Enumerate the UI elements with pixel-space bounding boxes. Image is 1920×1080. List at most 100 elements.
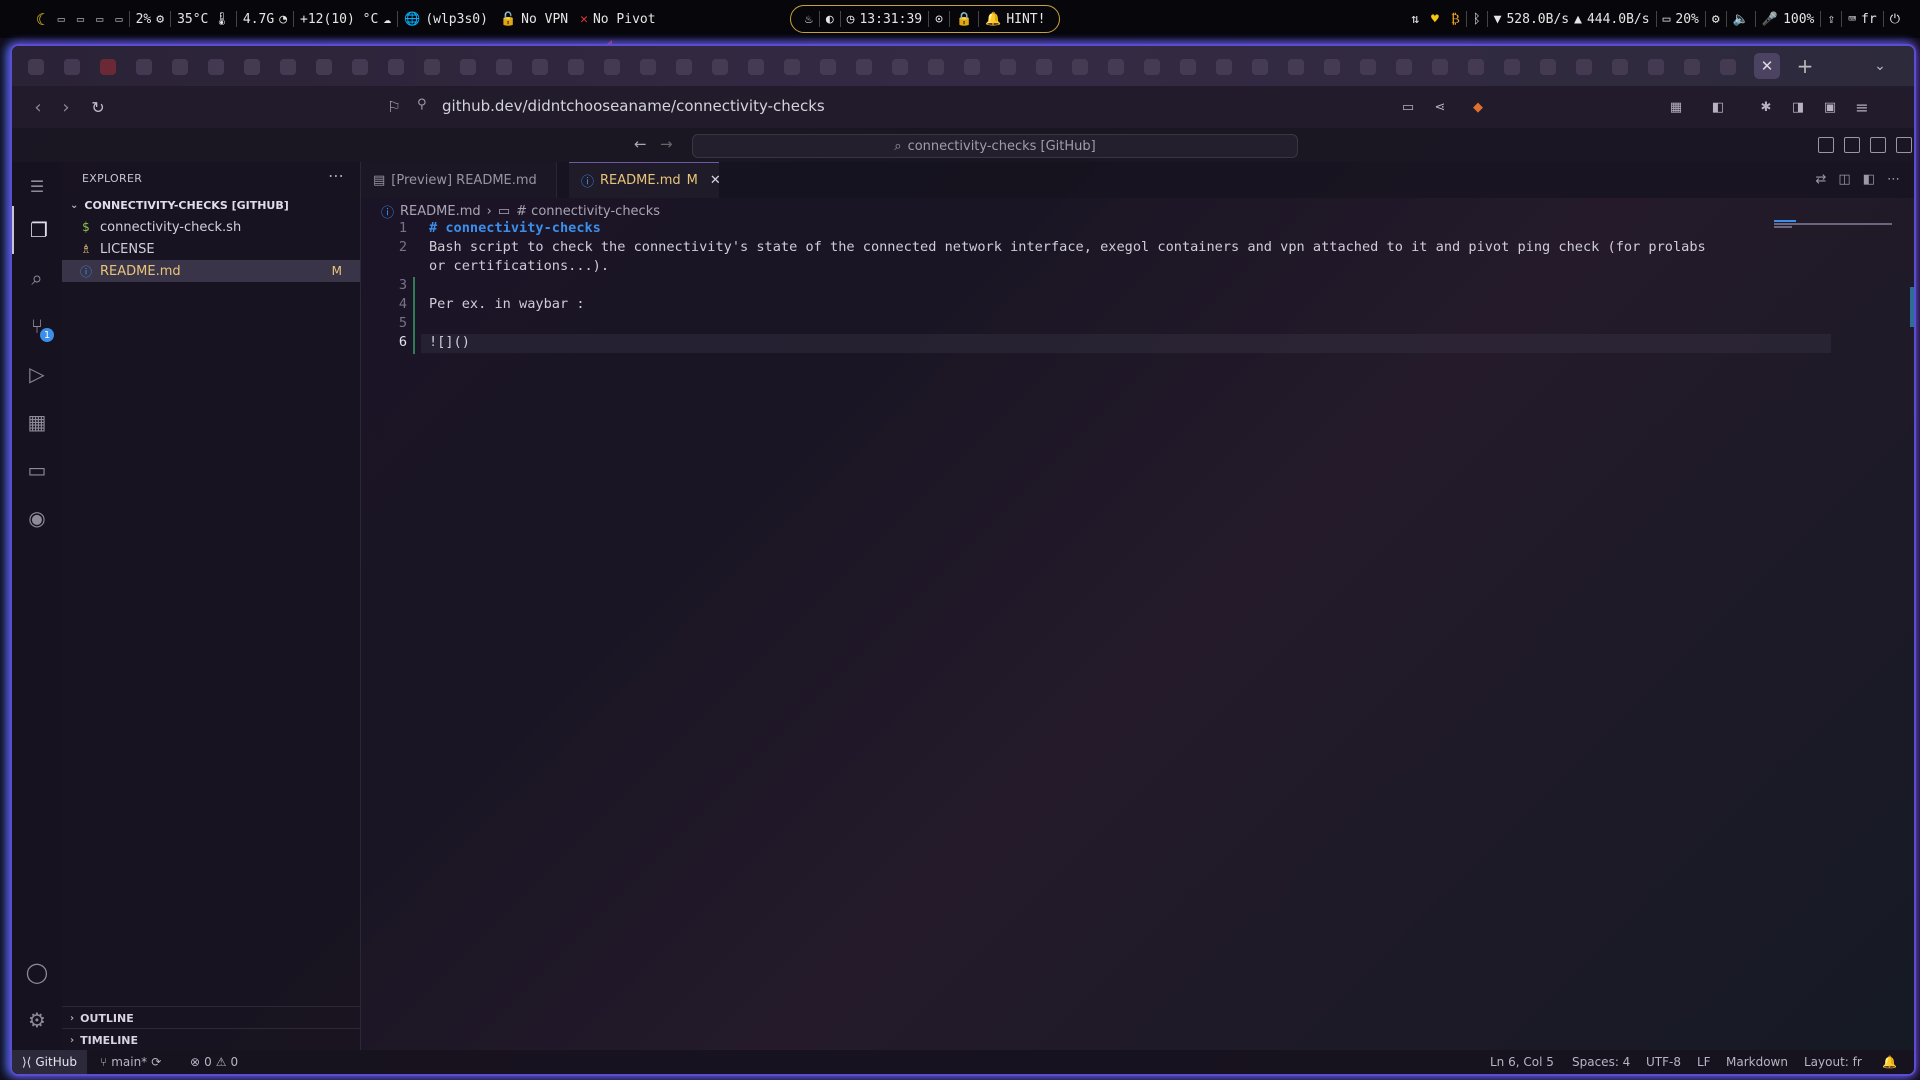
browser-tab-favicon[interactable] — [424, 59, 440, 75]
split-editor-icon[interactable]: ◧ — [1863, 172, 1875, 187]
browser-tab-favicon[interactable] — [280, 59, 296, 75]
problems-indicator[interactable]: ⊗ 0 ⚠ 0 — [190, 1050, 238, 1074]
wallet-icon[interactable]: ◧ — [1708, 97, 1728, 117]
temp-module[interactable]: 35°C 🌡 — [171, 7, 236, 31]
browser-tab-favicon[interactable] — [1612, 59, 1628, 75]
source-control-icon[interactable]: ⑂ 1 — [12, 302, 62, 350]
browser-tab-favicon[interactable] — [1144, 59, 1160, 75]
file-item[interactable]: ♗ LICENSE — [62, 238, 360, 260]
gear-icon[interactable]: ⚙ — [12, 996, 62, 1044]
keyboard-layout[interactable]: Layout: fr — [1804, 1050, 1862, 1074]
network-speed-module[interactable]: ▼ 528.0B/s ▲ 444.0B/s — [1488, 7, 1656, 31]
remote-indicator[interactable]: ⟩⟨ GitHub — [12, 1050, 87, 1074]
browser-tab-favicon[interactable] — [1324, 59, 1340, 75]
sync-icon[interactable]: ⟳ — [151, 1055, 161, 1069]
toggle-panel-icon[interactable] — [1844, 137, 1860, 153]
browser-tab-favicon[interactable] — [1036, 59, 1052, 75]
arrow-right-icon[interactable]: → — [660, 135, 673, 153]
speaker-icon[interactable]: 🔈 — [1727, 7, 1755, 31]
toggle-icon[interactable]: ◐ — [820, 7, 840, 31]
workspace-2[interactable]: ▭ — [71, 7, 90, 31]
memory-module[interactable]: 4.7G ◔ — [237, 7, 293, 31]
back-button[interactable]: ‹ — [26, 95, 50, 119]
battery-module[interactable]: ▭ 20% — [1657, 7, 1705, 31]
timeline-section[interactable]: › TIMELINE — [62, 1028, 360, 1051]
browser-tab-favicon[interactable] — [964, 59, 980, 75]
flame-icon[interactable]: ♨ — [799, 7, 819, 31]
account-icon[interactable]: ◯ — [12, 948, 62, 996]
wallet-panel-icon[interactable]: ▣ — [1820, 97, 1840, 117]
arrow-left-icon[interactable]: ← — [634, 135, 647, 153]
browser-tab-favicon[interactable] — [1648, 59, 1664, 75]
browser-tab-favicon[interactable] — [1720, 59, 1736, 75]
browser-tab-favicon[interactable] — [316, 59, 332, 75]
browser-tab-favicon[interactable] — [1288, 59, 1304, 75]
github-icon[interactable]: ◉ — [12, 494, 62, 542]
brave-shield-icon[interactable]: ◆ — [1468, 97, 1488, 117]
browser-tab-favicon[interactable] — [244, 59, 260, 75]
browser-tab-favicon[interactable] — [676, 59, 692, 75]
browser-tab-favicon[interactable] — [352, 59, 368, 75]
browser-tab-favicon[interactable] — [1432, 59, 1448, 75]
outline-section[interactable]: › OUTLINE — [62, 1006, 360, 1029]
search-icon[interactable]: ⌕ — [12, 254, 62, 302]
browser-tab-favicon[interactable] — [892, 59, 908, 75]
browser-tab-favicon[interactable] — [1468, 59, 1484, 75]
browser-tab-favicon[interactable] — [136, 59, 152, 75]
browser-tab-favicon[interactable] — [1108, 59, 1124, 75]
cursor-position[interactable]: Ln 6, Col 5 — [1490, 1050, 1554, 1074]
indentation[interactable]: Spaces: 4 — [1572, 1050, 1630, 1074]
explorer-files-icon[interactable]: ❐ — [12, 206, 64, 254]
browser-tab-favicon[interactable] — [856, 59, 872, 75]
browser-tab-favicon[interactable] — [1072, 59, 1088, 75]
browser-tab-favicon[interactable] — [1504, 59, 1520, 75]
close-tab-button[interactable]: ✕ — [1754, 53, 1780, 79]
open-preview-icon[interactable]: ◫ — [1838, 172, 1850, 187]
menu-icon[interactable]: ☰ — [12, 162, 62, 210]
browser-tab-favicon[interactable] — [1540, 59, 1556, 75]
repo-folder-header[interactable]: ⌄ CONNECTIVITY-CHECKS [GITHUB] — [62, 194, 360, 216]
hint-module[interactable]: 🔔 HINT! — [979, 7, 1051, 31]
browser-tab-favicon[interactable] — [1216, 59, 1232, 75]
breadcrumb-symbol[interactable]: # connectivity-checks — [516, 204, 660, 219]
browser-tab-favicon[interactable] — [100, 59, 116, 75]
browser-tab-favicon[interactable] — [1000, 59, 1016, 75]
more-actions-icon[interactable]: ⋯ — [1887, 172, 1900, 187]
browser-tab-favicon[interactable] — [1684, 59, 1700, 75]
compare-changes-icon[interactable]: ⇄ — [1816, 172, 1827, 187]
browser-tab-favicon[interactable] — [388, 59, 404, 75]
forward-button[interactable]: › — [54, 95, 78, 119]
browser-tab-favicon[interactable] — [172, 59, 188, 75]
browser-tab-favicon[interactable] — [928, 59, 944, 75]
notifications-bell-icon[interactable]: 🔔 — [1882, 1050, 1897, 1074]
power-icon[interactable]: ⏻ — [1884, 7, 1906, 31]
encoding[interactable]: UTF-8 — [1646, 1050, 1681, 1074]
close-icon[interactable]: ✕ — [710, 173, 721, 188]
tab-preview-readme[interactable]: ▤ [Preview] README.md — [361, 162, 557, 198]
toggle-secondary-sidebar-icon[interactable] — [1870, 137, 1886, 153]
browser-tab-favicon[interactable] — [784, 59, 800, 75]
workspace-4[interactable]: ▭ — [109, 7, 128, 31]
browser-tab-favicon[interactable] — [820, 59, 836, 75]
browser-tab-favicon[interactable] — [1252, 59, 1268, 75]
browser-tab-favicon[interactable] — [496, 59, 512, 75]
breadcrumb-file[interactable]: README.md — [400, 204, 481, 219]
tab-readme[interactable]: ⓘ README.md M ✕ — [569, 162, 721, 198]
browser-tab-favicon[interactable] — [64, 59, 80, 75]
extension-icon[interactable]: ▦ — [1666, 97, 1686, 117]
browser-tab-favicon[interactable] — [28, 59, 44, 75]
cpu-module[interactable]: 2% ⚙ — [130, 7, 170, 31]
keyboard-module[interactable]: ⌨ fr — [1842, 7, 1882, 31]
bluetooth-icon[interactable]: ᛒ — [1467, 7, 1487, 31]
browser-tab-favicon[interactable] — [604, 59, 620, 75]
lock-icon[interactable]: 🔒 — [950, 7, 978, 31]
share-icon[interactable]: ⋖ — [1430, 97, 1450, 117]
record-icon[interactable]: ⊙ — [929, 7, 949, 31]
browser-tab-favicon[interactable] — [460, 59, 476, 75]
extensions-icon[interactable]: ▦ — [12, 398, 62, 446]
tab-list-chevron-down-icon[interactable]: ⌄ — [1867, 53, 1893, 79]
scrollbar-marker[interactable] — [1910, 287, 1914, 327]
browser-tab-favicon[interactable] — [208, 59, 224, 75]
command-center[interactable]: ⌕ connectivity-checks [GitHub] — [692, 134, 1298, 158]
run-debug-icon[interactable]: ▷ — [12, 350, 62, 398]
